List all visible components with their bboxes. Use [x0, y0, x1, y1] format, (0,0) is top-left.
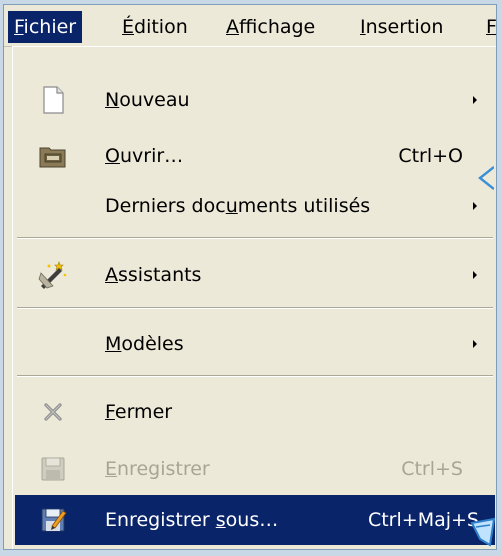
submenu-arrow-icon [473, 202, 477, 210]
menu-item-enregistrer[interactable]: Enregistrer Ctrl+S [15, 444, 495, 494]
open-folder-icon [39, 147, 66, 168]
wizard-icon [38, 261, 67, 289]
menu-item-label: Enregistrer [105, 458, 210, 480]
menu-item-nouveau[interactable]: Nouveau [15, 75, 495, 125]
menu-item-assistants[interactable]: Assistants [15, 250, 495, 300]
callout-arrow-icon [478, 166, 494, 190]
fichier-dropdown-menu: Nouveau Ouvrir… Ctrl+O Derniers document… [12, 46, 496, 549]
menu-edition[interactable]: Édition [116, 11, 194, 43]
callout-cursor-icon [470, 517, 496, 547]
menu-separator [17, 375, 493, 377]
menu-item-label: Nouveau [105, 89, 190, 111]
save-as-icon [41, 508, 67, 532]
menu-accelerator: A [226, 16, 239, 38]
menu-item-enregistrer-sous[interactable]: Enregistrer sous… Ctrl+Maj+S [15, 495, 495, 545]
menu-format-partial[interactable]: F [480, 11, 497, 43]
menu-bar: Fichier Édition Affichage Insertion F [4, 5, 496, 47]
menu-item-label: Modèles [105, 333, 184, 355]
menu-accelerator: F [14, 16, 24, 38]
close-x-icon [44, 403, 62, 421]
save-icon [41, 457, 65, 481]
new-document-icon [43, 86, 64, 114]
shortcut-label: Ctrl+S [401, 458, 463, 480]
menu-separator [17, 307, 493, 309]
menu-accelerator: F [486, 16, 497, 38]
menu-item-fermer[interactable]: Fermer [15, 387, 495, 437]
menu-item-label: Fermer [105, 401, 173, 423]
menu-accelerator: É [122, 16, 135, 38]
submenu-arrow-icon [473, 96, 477, 104]
menu-label-post: dition [134, 16, 188, 38]
menu-label-post: nsertion [365, 16, 444, 38]
application-window: Fichier Édition Affichage Insertion F No… [3, 4, 497, 550]
menu-item-modeles[interactable]: Modèles [15, 319, 495, 369]
menu-separator [17, 237, 493, 239]
menu-label-post: ffichage [239, 16, 316, 38]
menu-affichage[interactable]: Affichage [220, 11, 321, 43]
submenu-arrow-icon [473, 271, 477, 279]
shortcut-label: Ctrl+O [398, 145, 463, 167]
menu-item-label: Derniers documents utilisés [105, 195, 371, 217]
shortcut-label: Ctrl+Maj+S [367, 509, 479, 531]
menu-item-label: Enregistrer sous… [105, 509, 279, 531]
menu-insertion[interactable]: Insertion [354, 11, 449, 43]
menu-label-post: ichier [23, 16, 77, 38]
menu-item-ouvrir[interactable]: Ouvrir… Ctrl+O [15, 131, 495, 181]
menu-fichier[interactable]: Fichier [8, 11, 83, 43]
submenu-arrow-icon [473, 340, 477, 348]
menu-item-label: Assistants [105, 264, 202, 286]
menu-item-label: Ouvrir… [105, 145, 184, 167]
menu-item-derniers-documents[interactable]: Derniers documents utilisés [15, 181, 495, 231]
